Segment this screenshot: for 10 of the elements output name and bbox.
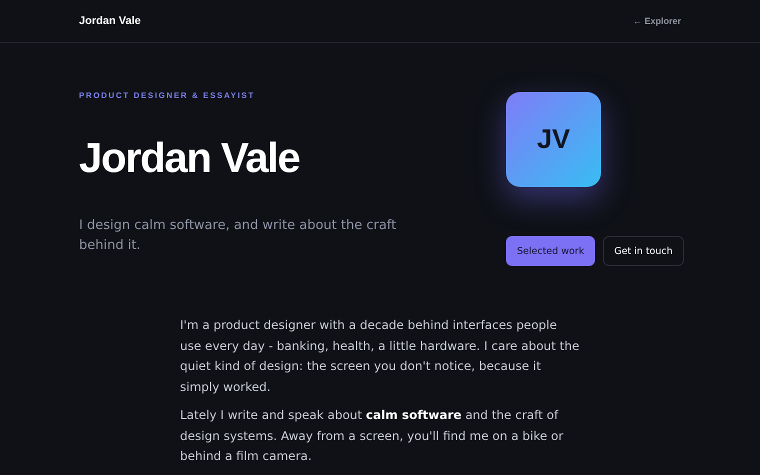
tagline: I design calm software, and write about the craft behind it.: [79, 217, 398, 255]
avatar-initials: JV: [506, 92, 601, 187]
about-paragraph: I'm a product designer with a decade behind interfaces people use every day - banking, health, a little hardware. I care about the quiet kind of design: the screen you don't notice, because it simply worked.: [180, 317, 580, 396]
hero-title: Jordan Vale: [79, 133, 300, 183]
eyebrow-text: PRODUCT DESIGNER & ESSAYIST: [79, 91, 256, 100]
primary-button[interactable]: Selected work: [506, 236, 596, 266]
about-paragraph: Lately I write and speak about calm software and the craft of design systems. Away from a screen, you'll find me on a bike or behind a film camera.: [180, 407, 564, 465]
brand-name: Jordan Vale: [79, 15, 141, 27]
back-link[interactable]: ← Explorer: [632, 16, 681, 26]
secondary-button[interactable]: Get in touch: [603, 236, 684, 266]
